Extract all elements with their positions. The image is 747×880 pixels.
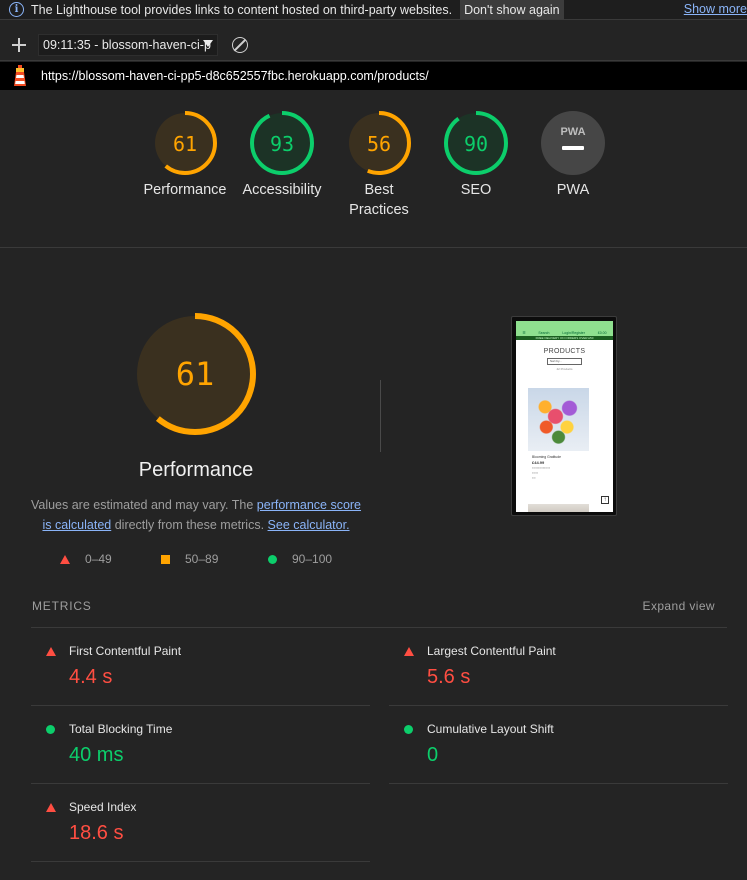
clear-all-icon[interactable]: [232, 37, 248, 53]
screenshot-product-meta2: ▪▪▪▪▪: [532, 471, 539, 475]
screenshot-nav-bag: £0.00: [597, 331, 607, 335]
gauge-performance[interactable]: 61 Performance: [135, 110, 235, 200]
description-middle: directly from these metrics.: [114, 518, 265, 532]
gauge-score: 90: [464, 132, 488, 156]
screenshot-nav-login: Login/Register: [562, 331, 585, 335]
show-more-link[interactable]: Show more: [684, 2, 747, 16]
metric-name: Speed Index: [69, 800, 137, 814]
legend-pass-range: 90–100: [292, 552, 333, 566]
screenshot-back-to-top: ↑: [601, 496, 609, 504]
description-prefix: Values are estimated and may vary. The: [30, 498, 254, 512]
gauge-label-line2: Practices: [349, 202, 409, 218]
legend-fail: 0–49: [60, 552, 112, 566]
final-screenshot-thumbnail[interactable]: ☰ Search Login/Register £0.00 FREE DELIV…: [511, 316, 617, 516]
best-practices-score-ring: 56: [347, 111, 411, 175]
metrics-header: METRICS Expand view: [31, 597, 727, 628]
category-gauges: 61 Performance 93 Accessibility 56 Best …: [0, 110, 747, 248]
gauge-seo[interactable]: 90 SEO: [426, 110, 526, 200]
screenshot-product-meta3: ▪▪▪: [532, 476, 536, 480]
legend-fail-range: 0–49: [85, 552, 112, 566]
score-scale-legend: 0–49 50–89 90–100: [0, 552, 400, 570]
average-square-icon: [161, 554, 170, 564]
fail-triangle-icon: [60, 554, 70, 564]
gauge-label: Performance: [143, 182, 227, 198]
metrics-label: METRICS: [32, 599, 92, 613]
report-selector[interactable]: 09:11:35 - blossom-haven-ci-p: [38, 34, 218, 56]
metric-name: Total Blocking Time: [69, 722, 173, 736]
metric-value: 0: [427, 744, 439, 766]
screenshot-product-image-2: [528, 504, 589, 512]
pass-circle-icon: [404, 725, 413, 734]
screenshot-navbar: ☰ Search Login/Register £0.00: [516, 321, 613, 336]
expand-view-toggle[interactable]: Expand view: [643, 599, 715, 613]
legend-average: 50–89: [161, 552, 218, 566]
metric-value: 40 ms: [69, 744, 124, 766]
fail-triangle-icon: [46, 803, 56, 812]
report-selector-value: 09:11:35 - blossom-haven-ci-p: [43, 38, 211, 52]
metric-total-blocking-time: Total Blocking Time 40 ms: [31, 706, 370, 784]
metric-value: 5.6 s: [427, 666, 471, 688]
vertical-divider: [380, 380, 381, 452]
gauge-score: 56: [367, 132, 391, 156]
screenshot-product-meta: ▪▪▪▪▪▪▪▪▪▪▪▪▪▪▪: [532, 466, 551, 470]
pass-circle-icon: [46, 725, 55, 734]
fail-triangle-icon: [404, 647, 414, 656]
metric-speed-index: Speed Index 18.6 s: [31, 784, 370, 862]
dont-show-again-button[interactable]: Don't show again: [460, 0, 564, 19]
screenshot-product-name: Blooming Gratitude: [532, 455, 562, 459]
performance-big-score: 61: [176, 355, 215, 393]
pass-circle-icon: [268, 554, 277, 564]
performance-big-gauge: 61: [134, 313, 256, 435]
performance-score-link-part1[interactable]: performance score: [257, 498, 361, 512]
chevron-down-icon: [203, 40, 213, 47]
gauge-pwa[interactable]: PWA PWA: [523, 110, 623, 200]
pwa-badge-text: PWA: [560, 126, 585, 138]
metric-cumulative-layout-shift: Cumulative Layout Shift 0: [389, 706, 728, 784]
performance-score-ring: 61: [153, 111, 217, 175]
screenshot-product-price: £44.99: [532, 460, 545, 465]
gauge-label: SEO: [460, 182, 492, 198]
info-icon: i: [9, 2, 24, 17]
fail-triangle-icon: [46, 647, 56, 656]
new-report-plus-icon[interactable]: [11, 37, 27, 53]
metric-value: 4.4 s: [69, 666, 113, 688]
screenshot-nav-search: Search: [538, 331, 550, 335]
screenshot-product-image: [528, 388, 589, 451]
screenshot-menu-icon: ☰: [522, 331, 526, 335]
see-calculator-link[interactable]: See calculator.: [268, 518, 350, 532]
metric-first-contentful-paint: First Contentful Paint 4.4 s: [31, 628, 370, 706]
screenshot-page: ☰ Search Login/Register £0.00 FREE DELIV…: [516, 321, 613, 512]
pwa-badge-icon: PWA: [541, 111, 605, 175]
gauge-best-practices[interactable]: 56 Best Practices: [329, 110, 429, 220]
lighthouse-logo-icon: [14, 65, 26, 86]
screenshot-sort-select: Sort by...: [547, 358, 582, 365]
gauge-label-line1: Best: [364, 182, 394, 198]
metric-value: 18.6 s: [69, 822, 124, 844]
report-url-bar: https://blossom-haven-ci-pp5-d8c652557fb…: [0, 62, 747, 90]
gauge-label: Accessibility: [242, 182, 322, 198]
screenshot-banner: FREE DELIVERY ON ORDERS OVER £50: [516, 336, 613, 340]
gauge-accessibility[interactable]: 93 Accessibility: [232, 110, 332, 200]
gauge-label: Best Practices: [329, 180, 429, 220]
gauge-score: 61: [173, 132, 197, 156]
gauge-score: 93: [270, 132, 294, 156]
legend-average-range: 50–89: [185, 552, 219, 566]
report-url: https://blossom-haven-ci-pp5-d8c652557fb…: [41, 69, 429, 83]
metric-name: Largest Contentful Paint: [427, 644, 556, 658]
accessibility-score-ring: 93: [250, 111, 314, 175]
lighthouse-toolbar: 09:11:35 - blossom-haven-ci-p: [0, 30, 747, 61]
metric-name: First Contentful Paint: [69, 644, 182, 658]
metric-largest-contentful-paint: Largest Contentful Paint 5.6 s: [389, 628, 728, 706]
infobar-message: The Lighthouse tool provides links to co…: [31, 2, 453, 17]
screenshot-product-count: 42 Products: [556, 367, 573, 371]
third-party-infobar: i The Lighthouse tool provides links to …: [0, 0, 747, 20]
seo-score-ring: 90: [444, 111, 508, 175]
legend-pass: 90–100: [268, 552, 332, 566]
gauge-label: PWA: [556, 182, 590, 198]
screenshot-title: PRODUCTS: [543, 348, 586, 355]
performance-description: Values are estimated and may vary. The p…: [26, 495, 366, 535]
metric-name: Cumulative Layout Shift: [427, 722, 554, 736]
performance-title: Performance: [138, 459, 254, 481]
performance-score-link-part2[interactable]: is calculated: [42, 518, 111, 532]
